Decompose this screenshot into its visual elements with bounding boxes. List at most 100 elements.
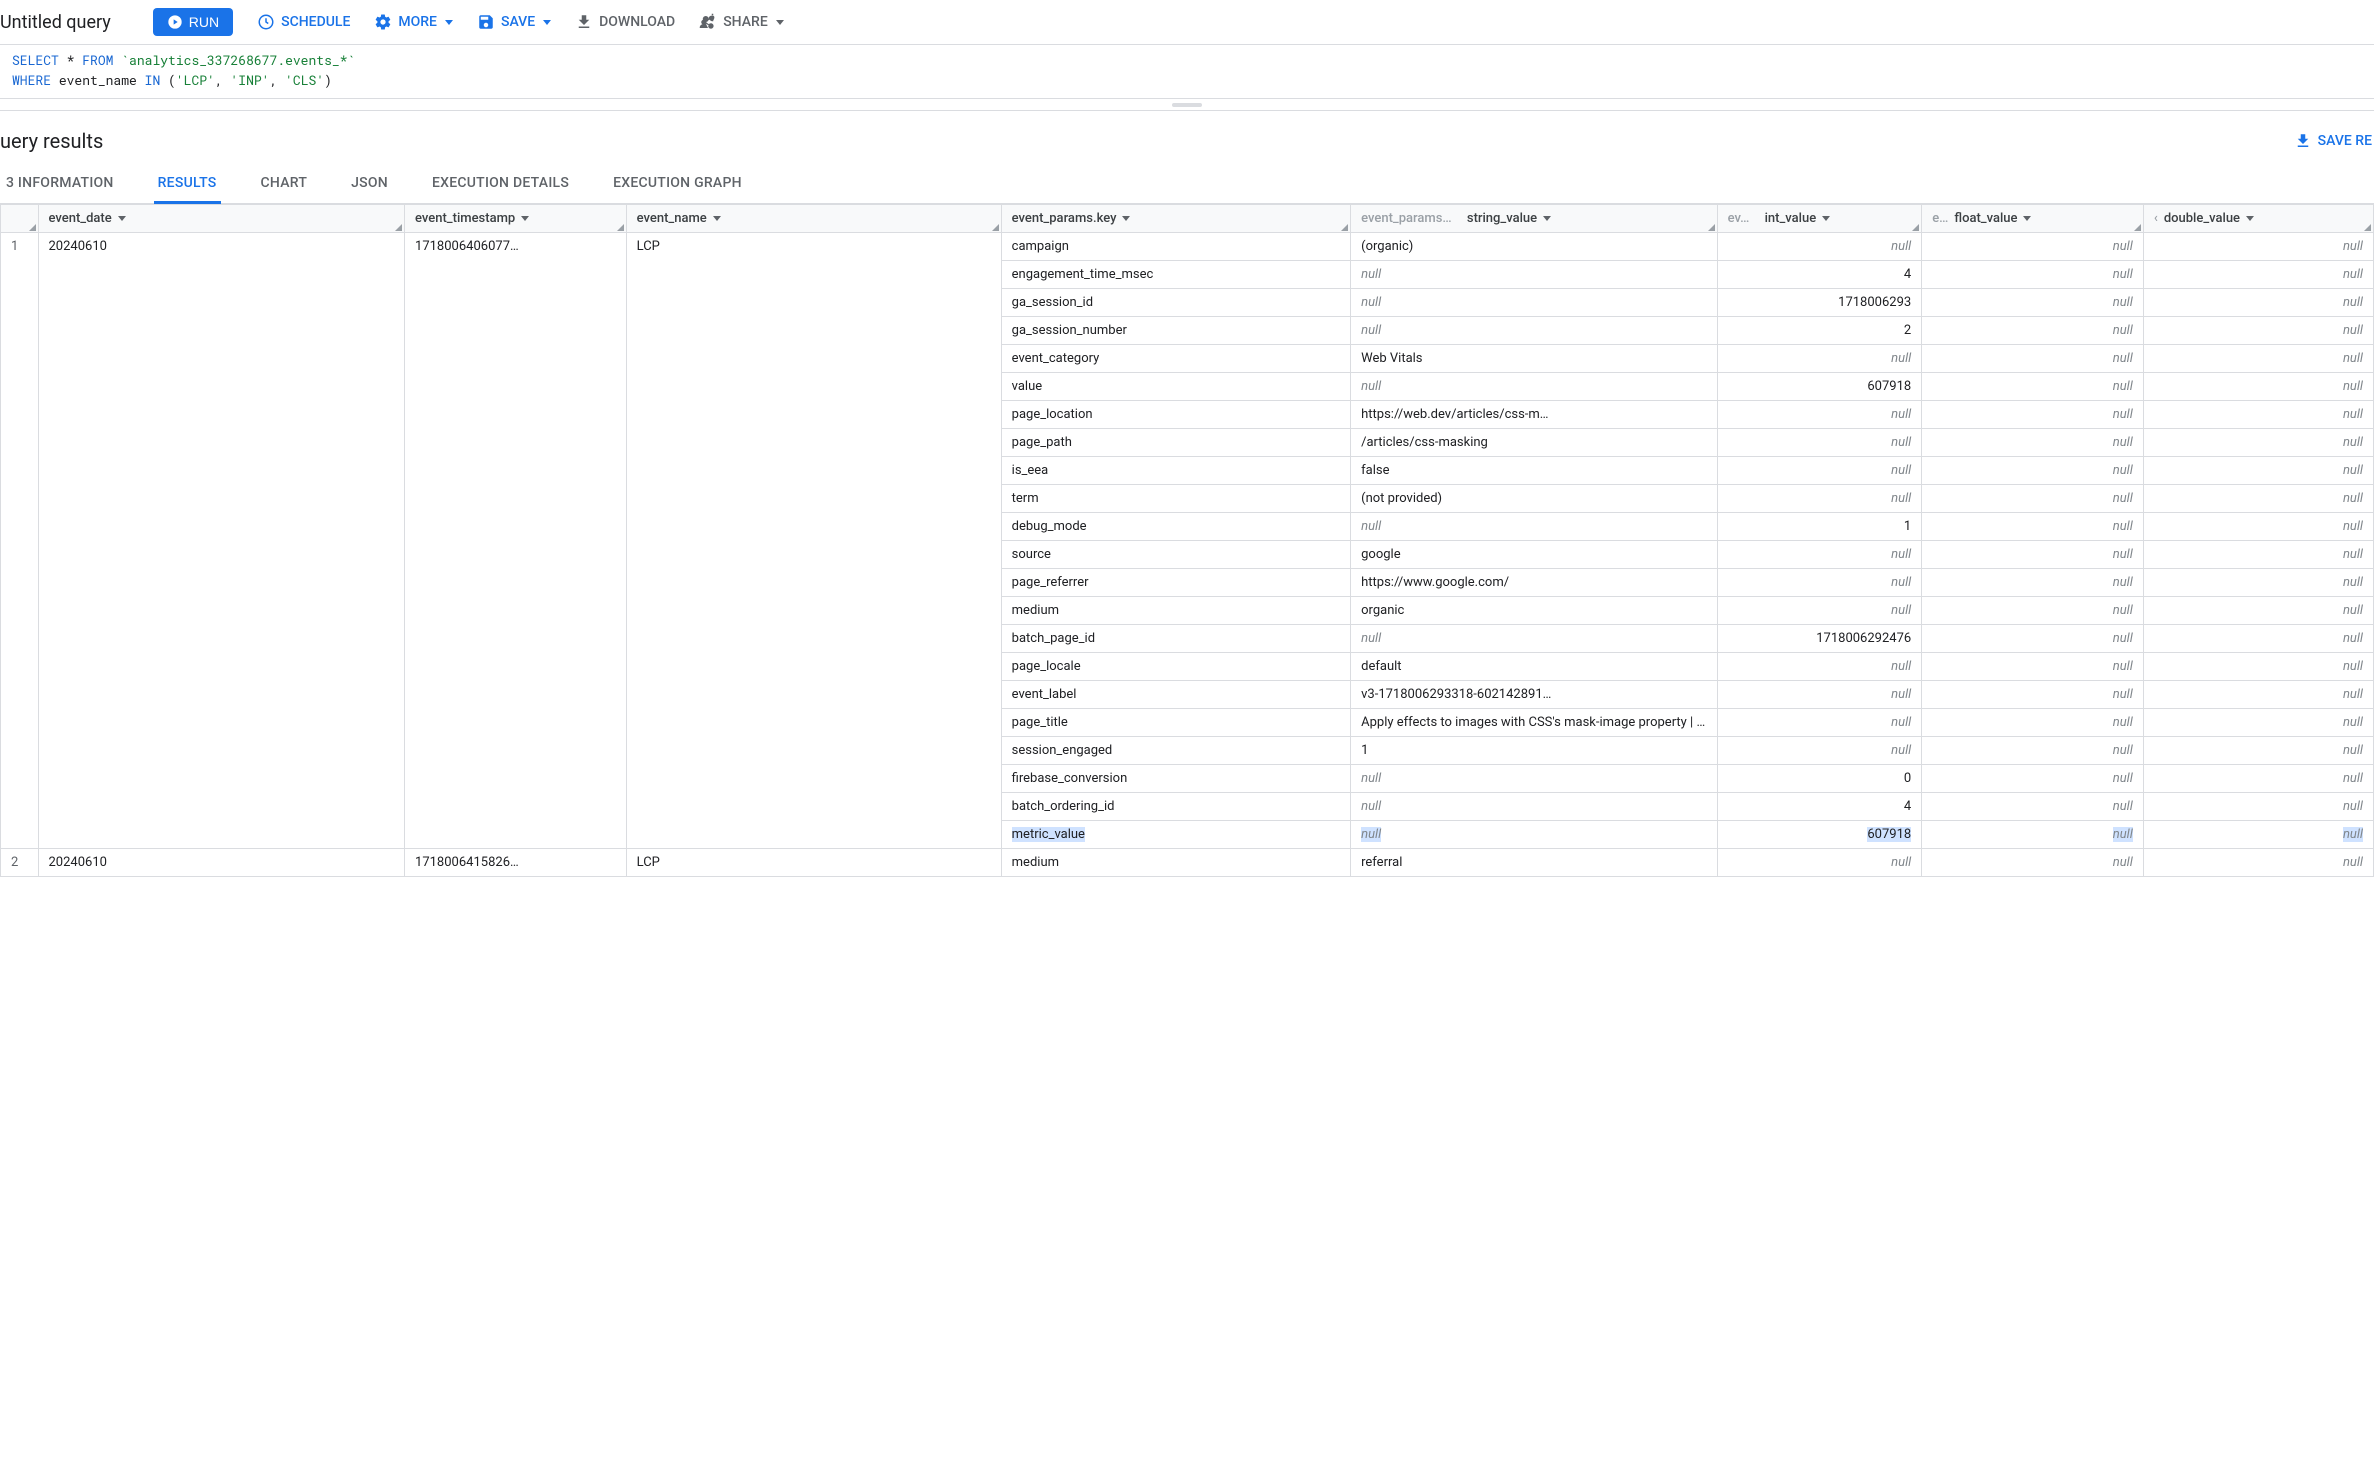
table-cell: default (1351, 653, 1718, 681)
table-cell: page_path (1001, 429, 1350, 457)
sort-icon (1543, 216, 1551, 221)
table-cell: null (1717, 849, 1922, 877)
table-cell: page_referrer (1001, 569, 1350, 597)
download-icon (2294, 132, 2312, 150)
tab-execution-details[interactable]: EXECUTION DETAILS (428, 165, 573, 203)
table-cell: null (1922, 793, 2144, 821)
table-cell: null (1717, 233, 1922, 261)
table-cell: null (1717, 345, 1922, 373)
tab-execution-graph[interactable]: EXECUTION GRAPH (609, 165, 746, 203)
table-cell: 1718006406077… (405, 233, 627, 849)
download-icon (575, 13, 593, 31)
tab-json[interactable]: JSON (347, 165, 392, 203)
column-header-int-value[interactable]: ev… int_value (1717, 205, 1922, 233)
share-icon (699, 13, 717, 31)
table-cell: google (1351, 541, 1718, 569)
table-cell: null (2143, 821, 2373, 849)
table-cell: null (2143, 317, 2373, 345)
table-cell: 20240610 (38, 849, 405, 877)
table-cell: false (1351, 457, 1718, 485)
table-cell: medium (1001, 597, 1350, 625)
table-cell: null (1717, 709, 1922, 737)
column-header-float-value[interactable]: e…float_value (1922, 205, 2144, 233)
save-button[interactable]: SAVE (477, 13, 551, 31)
chevron-down-icon (776, 20, 784, 25)
row-number-cell: 2 (1, 849, 39, 877)
table-cell: null (2143, 373, 2373, 401)
table-cell: null (1922, 709, 2144, 737)
tab-job-information[interactable]: 3 INFORMATION (2, 165, 118, 203)
table-cell: 2 (1717, 317, 1922, 345)
table-cell: debug_mode (1001, 513, 1350, 541)
save-results-button[interactable]: SAVE RE (2294, 132, 2372, 150)
pane-resize-handle[interactable] (0, 99, 2374, 111)
sql-editor[interactable]: SELECT * FROM `analytics_337268677.event… (0, 45, 2374, 99)
clock-icon (257, 13, 275, 31)
table-cell: null (1922, 653, 2144, 681)
table-cell: medium (1001, 849, 1350, 877)
table-row: 2202406101718006415826…LCPmediumreferral… (1, 849, 2374, 877)
table-cell: null (1922, 821, 2144, 849)
column-header-double-value[interactable]: ‹double_value (2143, 205, 2373, 233)
more-button[interactable]: MORE (374, 13, 453, 31)
table-cell: source (1001, 541, 1350, 569)
table-cell: event_category (1001, 345, 1350, 373)
table-cell: null (2143, 401, 2373, 429)
table-cell: null (1922, 233, 2144, 261)
table-cell: event_label (1001, 681, 1350, 709)
table-header-row: event_date event_timestamp event_name ev… (1, 205, 2374, 233)
gear-icon (374, 13, 392, 31)
table-row: 1202406101718006406077…LCPcampaign(organ… (1, 233, 2374, 261)
column-header-event-timestamp[interactable]: event_timestamp (405, 205, 627, 233)
table-cell: null (2143, 261, 2373, 289)
table-cell: null (1922, 261, 2144, 289)
table-cell: null (1351, 821, 1718, 849)
table-cell: null (1351, 793, 1718, 821)
table-cell: /articles/css-masking (1351, 429, 1718, 457)
table-cell: null (1922, 317, 2144, 345)
table-cell: LCP (626, 233, 1001, 849)
table-cell: 1 (1351, 737, 1718, 765)
table-cell: Apply effects to images with CSS's mask-… (1351, 709, 1718, 737)
table-cell: null (2143, 457, 2373, 485)
table-cell: null (1922, 625, 2144, 653)
share-button[interactable]: SHARE (699, 13, 784, 31)
column-header-string-value[interactable]: event_params… string_value (1351, 205, 1718, 233)
table-cell: 607918 (1717, 373, 1922, 401)
sort-icon (1122, 216, 1130, 221)
table-cell: null (2143, 233, 2373, 261)
table-cell: null (1922, 597, 2144, 625)
table-cell: null (1922, 849, 2144, 877)
download-button[interactable]: DOWNLOAD (575, 13, 675, 31)
table-cell: null (2143, 541, 2373, 569)
table-cell: null (1922, 541, 2144, 569)
column-header-event-name[interactable]: event_name (626, 205, 1001, 233)
schedule-button[interactable]: SCHEDULE (257, 13, 350, 31)
table-cell: organic (1351, 597, 1718, 625)
table-cell: 4 (1717, 793, 1922, 821)
table-cell: engagement_time_msec (1001, 261, 1350, 289)
table-cell: (organic) (1351, 233, 1718, 261)
table-cell: null (1922, 569, 2144, 597)
table-cell: 20240610 (38, 233, 405, 849)
query-toolbar: Untitled query RUN SCHEDULE MORE SAVE DO… (0, 0, 2374, 45)
table-cell: null (1922, 401, 2144, 429)
table-cell: null (1717, 429, 1922, 457)
sort-icon (1822, 216, 1830, 221)
table-cell: null (1922, 513, 2144, 541)
table-cell: null (1922, 485, 2144, 513)
tab-chart[interactable]: CHART (257, 165, 312, 203)
table-cell: campaign (1001, 233, 1350, 261)
tab-results[interactable]: RESULTS (154, 165, 221, 204)
table-cell: 607918 (1717, 821, 1922, 849)
table-cell: null (2143, 513, 2373, 541)
table-cell: 1 (1717, 513, 1922, 541)
table-cell: null (1351, 289, 1718, 317)
play-icon (167, 14, 183, 30)
column-header-rownum[interactable] (1, 205, 39, 233)
column-header-event-date[interactable]: event_date (38, 205, 405, 233)
table-cell: null (1351, 765, 1718, 793)
column-header-event-params-key[interactable]: event_params.key (1001, 205, 1350, 233)
table-cell: null (1717, 653, 1922, 681)
run-button[interactable]: RUN (153, 8, 233, 36)
